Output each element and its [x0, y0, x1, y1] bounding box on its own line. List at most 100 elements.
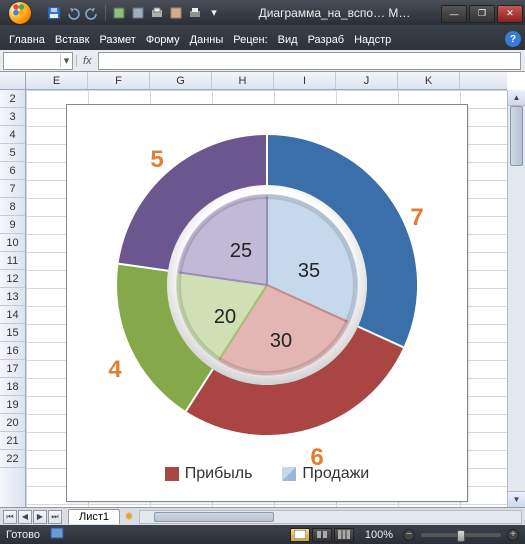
legend-label-sales: Продажи: [302, 465, 369, 483]
row-header[interactable]: 21: [0, 432, 25, 450]
scroll-thumb[interactable]: [510, 106, 523, 166]
print-preview-icon[interactable]: [149, 5, 165, 21]
redo-icon[interactable]: [84, 5, 100, 21]
tab-data[interactable]: Данны: [185, 30, 229, 50]
chart-object[interactable]: 35 30 20 25 7 6 4 5 Прибыль: [66, 104, 468, 502]
col-header[interactable]: J: [336, 72, 398, 89]
legend-item-profit: Прибыль: [165, 465, 253, 483]
fx-label[interactable]: fx: [76, 55, 98, 67]
row-header[interactable]: 17: [0, 360, 25, 378]
qat-icon-3[interactable]: [168, 5, 184, 21]
view-page-layout-icon[interactable]: [312, 528, 332, 542]
row-header[interactable]: 7: [0, 180, 25, 198]
select-all-corner[interactable]: [0, 72, 26, 90]
view-page-break-icon[interactable]: [334, 528, 354, 542]
vertical-scrollbar[interactable]: ▲ ▼: [507, 90, 525, 507]
tab-view[interactable]: Вид: [273, 30, 303, 50]
inner-label-20: 20: [214, 306, 236, 328]
cells-area[interactable]: 35 30 20 25 7 6 4 5 Прибыль: [26, 90, 507, 507]
column-headers: E F G H I J K: [26, 72, 507, 90]
tab-developer[interactable]: Разраб: [303, 30, 350, 50]
tab-formulas[interactable]: Форму: [141, 30, 185, 50]
quick-access-toolbar: ▾: [40, 5, 228, 21]
formula-bar: ▾ fx: [0, 50, 525, 72]
window-controls: — ❐ ✕: [441, 3, 525, 23]
qat-icon-1[interactable]: [111, 5, 127, 21]
help-icon[interactable]: ?: [505, 31, 521, 47]
col-header[interactable]: G: [150, 72, 212, 89]
legend-swatch-profit: [165, 467, 179, 481]
tab-review[interactable]: Рецен:: [228, 30, 272, 50]
inner-label-35: 35: [298, 260, 320, 282]
row-header[interactable]: 3: [0, 108, 25, 126]
row-header[interactable]: 5: [0, 144, 25, 162]
row-header[interactable]: 16: [0, 342, 25, 360]
tab-addins[interactable]: Надстр: [349, 30, 396, 50]
legend-swatch-sales: [282, 467, 296, 481]
print-icon[interactable]: [187, 5, 203, 21]
sheet-tab[interactable]: Лист1: [68, 509, 120, 524]
status-bar: Готово 100% − +: [0, 525, 525, 544]
qat-dropdown-icon[interactable]: ▾: [206, 5, 222, 21]
row-header[interactable]: 14: [0, 306, 25, 324]
zoom-slider[interactable]: [421, 533, 501, 537]
window-title: Диаграмма_на_вспо… M…: [228, 6, 441, 20]
qat-icon-2[interactable]: [130, 5, 146, 21]
save-icon[interactable]: [46, 5, 62, 21]
row-header[interactable]: 10: [0, 234, 25, 252]
worksheet-grid: E F G H I J K 2 3 4 5 6 7 8 9 10 11 12 1…: [0, 72, 525, 507]
col-header[interactable]: E: [26, 72, 88, 89]
row-header[interactable]: 19: [0, 396, 25, 414]
tab-home[interactable]: Главна: [4, 30, 50, 50]
scroll-down-icon[interactable]: ▼: [508, 491, 525, 507]
name-box[interactable]: ▾: [3, 52, 73, 70]
formula-input[interactable]: [98, 52, 521, 70]
tab-layout[interactable]: Размет: [94, 30, 140, 50]
maximize-button[interactable]: ❐: [469, 5, 495, 23]
row-header[interactable]: 4: [0, 126, 25, 144]
doughnut-chart: 35 30 20 25 7 6 4 5: [67, 105, 467, 465]
sheet-nav-next-icon[interactable]: ▶: [33, 510, 47, 524]
sheet-tab-bar: ⏮ ◀ ▶ ⏭ Лист1 ✸: [0, 507, 525, 525]
outer-label-6: 6: [310, 444, 323, 465]
legend-label-profit: Прибыль: [185, 465, 253, 483]
col-header[interactable]: F: [88, 72, 150, 89]
status-icon: [50, 527, 64, 542]
row-header[interactable]: 2: [0, 90, 25, 108]
row-headers: 2 3 4 5 6 7 8 9 10 11 12 13 14 15 16 17 …: [0, 90, 26, 507]
row-header[interactable]: 12: [0, 270, 25, 288]
row-header[interactable]: 13: [0, 288, 25, 306]
row-header[interactable]: 20: [0, 414, 25, 432]
tab-insert[interactable]: Вставк: [50, 30, 95, 50]
sheet-nav-first-icon[interactable]: ⏮: [3, 510, 17, 524]
row-header[interactable]: 6: [0, 162, 25, 180]
ribbon-tabs: Главна Вставк Размет Форму Данны Рецен: …: [0, 25, 525, 50]
name-box-dropdown-icon[interactable]: ▾: [60, 54, 72, 67]
insert-sheet-icon[interactable]: ✸: [122, 510, 136, 524]
office-button[interactable]: [0, 0, 40, 25]
sheet-nav-last-icon[interactable]: ⏭: [48, 510, 62, 524]
col-header[interactable]: I: [274, 72, 336, 89]
row-header[interactable]: 18: [0, 378, 25, 396]
row-header[interactable]: 8: [0, 198, 25, 216]
horizontal-scrollbar[interactable]: [139, 510, 522, 524]
row-header[interactable]: 11: [0, 252, 25, 270]
undo-icon[interactable]: [65, 5, 81, 21]
minimize-button[interactable]: —: [441, 5, 467, 23]
row-header[interactable]: 22: [0, 450, 25, 468]
view-normal-icon[interactable]: [290, 528, 310, 542]
sheet-nav-prev-icon[interactable]: ◀: [18, 510, 32, 524]
chart-legend: Прибыль Продажи: [67, 465, 467, 489]
legend-item-sales: Продажи: [282, 465, 369, 483]
hscroll-thumb[interactable]: [154, 512, 274, 522]
outer-label-5: 5: [150, 146, 163, 173]
close-button[interactable]: ✕: [497, 5, 523, 23]
title-bar: ▾ Диаграмма_на_вспо… M… — ❐ ✕: [0, 0, 525, 25]
col-header[interactable]: H: [212, 72, 274, 89]
scroll-up-icon[interactable]: ▲: [508, 90, 525, 106]
outer-label-4: 4: [108, 356, 122, 383]
col-header[interactable]: K: [398, 72, 460, 89]
row-header[interactable]: 9: [0, 216, 25, 234]
row-header[interactable]: 15: [0, 324, 25, 342]
inner-label-30: 30: [270, 330, 292, 352]
